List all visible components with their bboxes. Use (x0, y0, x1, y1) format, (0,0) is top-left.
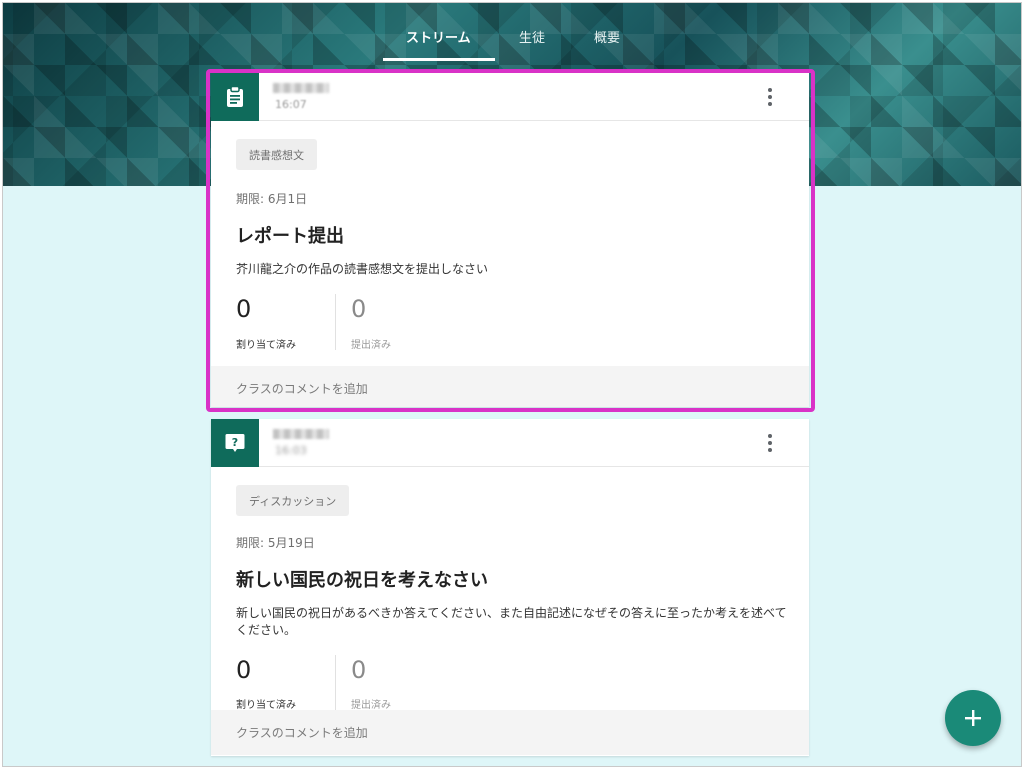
post-time: 16:07 (275, 98, 307, 111)
submitted-label: 提出済み (351, 340, 391, 351)
due-date: 期限: 5月19日 (236, 536, 315, 550)
tab-students[interactable]: 生徒 (519, 27, 545, 46)
assigned-label: 割り当て済み (236, 700, 296, 711)
assigned-count[interactable]: 0 (236, 295, 251, 323)
due-date: 期限: 6月1日 (236, 192, 308, 206)
post-title[interactable]: レポート提出 (236, 222, 344, 248)
stat-divider (335, 655, 336, 711)
post-description: 新しい国民の祝日があるべきか答えてください、また自由記述になぜその答えに至ったか… (236, 606, 787, 637)
add-button[interactable] (945, 690, 1001, 746)
class-comment-input[interactable]: クラスのコメントを追加 (211, 710, 809, 755)
tab-bar: ストリーム 生徒 概要 (3, 3, 1021, 63)
submitted-label: 提出済み (351, 700, 391, 711)
post-time: 16:03 (275, 444, 307, 457)
assigned-label: 割り当て済み (236, 340, 296, 351)
post-header: ? 16:03 (211, 419, 809, 467)
assigned-count[interactable]: 0 (236, 656, 251, 684)
topic-chip[interactable]: ディスカッション (236, 485, 350, 516)
author-name-blurred (273, 429, 329, 439)
post-header: 16:07 (211, 73, 809, 121)
assignment-post-card[interactable]: 16:07 読書感想文 期限: 6月1日 レポート提出 芥川龍之介の作品の読書感… (211, 73, 809, 407)
author-name-blurred (273, 83, 329, 93)
svg-text:?: ? (232, 436, 238, 449)
more-options-icon[interactable] (760, 87, 780, 107)
question-post-card[interactable]: ? 16:03 ディスカッション 期限: 5月19日 新しい国民の祝日を考えなさ… (211, 419, 809, 756)
class-comment-input[interactable]: クラスのコメントを追加 (211, 366, 809, 407)
post-description: 芥川龍之介の作品の読書感想文を提出しなさい (236, 262, 489, 276)
active-tab-indicator (383, 58, 495, 61)
tab-stream[interactable]: ストリーム (406, 27, 471, 46)
submitted-count[interactable]: 0 (351, 295, 366, 323)
add-icon (965, 710, 981, 726)
post-title[interactable]: 新しい国民の祝日を考えなさい (236, 566, 488, 592)
more-options-icon[interactable] (760, 433, 780, 453)
topic-chip[interactable]: 読書感想文 (236, 139, 317, 170)
submitted-count[interactable]: 0 (351, 656, 366, 684)
question-icon: ? (211, 419, 259, 467)
assignment-icon (211, 73, 259, 121)
tab-about[interactable]: 概要 (594, 27, 620, 46)
stat-divider (335, 294, 336, 350)
